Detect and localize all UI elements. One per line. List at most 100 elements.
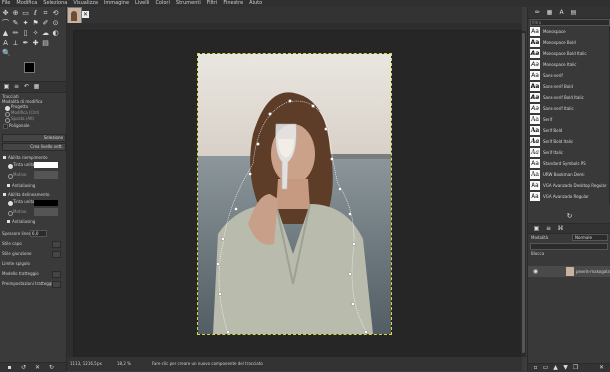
dash-pattern-button[interactable] xyxy=(52,271,61,278)
font-item[interactable]: Aa VGA Avanzado Desktop Regular xyxy=(528,180,608,191)
menu-item-file[interactable]: File xyxy=(2,0,10,7)
menu-item-strumenti[interactable]: Strumenti xyxy=(176,0,201,7)
channels-tab-icon[interactable]: ≡ xyxy=(545,225,552,232)
image-thumbnail-tab[interactable] xyxy=(67,7,82,24)
layer-mode-select[interactable]: Normale xyxy=(572,234,608,241)
font-item[interactable]: Aa Sans-serif Bold Italic xyxy=(528,92,608,103)
paintbrush-icon[interactable]: ✏ xyxy=(12,30,19,37)
new-layer-icon[interactable]: ▫ xyxy=(532,364,539,371)
dash-preset-button[interactable] xyxy=(52,281,61,288)
transform-icon[interactable]: ⟲ xyxy=(52,10,59,17)
align-tool-icon[interactable]: ⊕ xyxy=(12,10,19,17)
rect-select-icon[interactable]: ▭ xyxy=(22,10,29,17)
gradient-icon[interactable]: ▤ xyxy=(42,40,49,47)
reset-options-icon[interactable]: ↻ xyxy=(48,364,55,371)
lasso-icon[interactable]: ℓ xyxy=(32,10,39,17)
undo-history-tab-icon[interactable]: ↶ xyxy=(23,83,30,90)
opacity-slider[interactable] xyxy=(530,243,608,250)
brushes-tab-icon[interactable]: ✏ xyxy=(534,9,541,16)
move-tool-icon[interactable]: ✥ xyxy=(2,10,9,17)
zoom-icon[interactable]: ⊙ xyxy=(52,20,59,27)
refresh-fonts-icon[interactable]: ↻ xyxy=(566,213,573,220)
duplicate-layer-icon[interactable]: ❐ xyxy=(572,364,579,371)
eraser-icon[interactable]: ▯ xyxy=(22,30,29,37)
menu-item-colori[interactable]: Colori xyxy=(155,0,169,7)
font-item[interactable]: Aa Sans-serif Bold xyxy=(528,81,608,92)
font-item[interactable]: Aa Serif Italic xyxy=(528,147,608,158)
unit-select[interactable]: px xyxy=(97,357,102,371)
font-filter-input[interactable]: filtro xyxy=(530,19,610,26)
font-item[interactable]: Aa Monospace Bold Italic xyxy=(528,48,608,59)
fill-icon[interactable]: ▲ xyxy=(2,30,9,37)
dodge-icon[interactable]: ◐ xyxy=(52,30,59,37)
menu-item-aiuto[interactable]: Aiuto xyxy=(249,0,262,7)
create-vector-layer-button[interactable]: Crea livello vett. xyxy=(2,143,66,151)
tool-options-tab-icon[interactable]: ▣ xyxy=(3,83,10,90)
line-width-input[interactable]: 6,0 xyxy=(30,230,47,237)
polygonal-checkbox[interactable] xyxy=(3,124,8,129)
zoom-select[interactable]: 18,2 % xyxy=(117,357,131,371)
fill-pattern-swatch[interactable] xyxy=(34,171,58,179)
new-group-icon[interactable]: ▭ xyxy=(542,364,549,371)
image-canvas[interactable] xyxy=(197,53,392,335)
clone-icon[interactable]: ✧ xyxy=(32,30,39,37)
measure-icon[interactable]: ⟂ xyxy=(12,40,19,47)
raise-layer-icon[interactable]: ▲ xyxy=(552,364,559,371)
mode-edit-radio[interactable] xyxy=(5,112,10,117)
text-tool-icon[interactable]: A xyxy=(2,40,9,47)
close-tab-icon[interactable]: ✕ xyxy=(82,11,89,18)
smudge-icon[interactable]: ☁ xyxy=(42,30,49,37)
fill-antialias-checkbox[interactable] xyxy=(7,184,10,187)
menu-item-modifica[interactable]: Modifica xyxy=(16,0,37,7)
stroke-antialias-checkbox[interactable] xyxy=(7,220,10,223)
font-item[interactable]: Aa Sans-serif Italic xyxy=(528,103,608,114)
stroke-pattern-swatch[interactable] xyxy=(34,208,58,216)
fill-enable-checkbox[interactable] xyxy=(3,156,6,159)
fuzzy-select-icon[interactable]: ✦ xyxy=(22,20,29,27)
eye-icon[interactable]: ◉ xyxy=(532,268,539,275)
pen-icon[interactable]: ✒ xyxy=(22,40,29,47)
crop-icon[interactable]: ⌗ xyxy=(42,10,49,17)
menu-item-filtri[interactable]: Filtri xyxy=(207,0,218,7)
font-item[interactable]: Aa Serif xyxy=(528,114,608,125)
delete-layer-icon[interactable]: ✕ xyxy=(598,364,605,371)
images-tab-icon[interactable]: ▦ xyxy=(33,83,40,90)
font-item[interactable]: Aa Monospace Italic xyxy=(528,59,608,70)
selection-from-path-button[interactable]: Selezione xyxy=(2,134,66,142)
save-options-icon[interactable]: ▪ xyxy=(6,364,13,371)
vertical-scrollbar[interactable] xyxy=(521,31,526,357)
paths-icon[interactable]: ✎ xyxy=(12,20,19,27)
menu-item-finestre[interactable]: Finestre xyxy=(223,0,243,7)
eyedropper-icon[interactable]: ✐ xyxy=(42,20,49,27)
fill-color-swatch[interactable] xyxy=(34,162,58,168)
warp-icon[interactable]: ⌒ xyxy=(2,20,9,27)
font-item[interactable]: Aa Monospace xyxy=(528,26,608,37)
mode-design-radio[interactable] xyxy=(5,106,10,111)
stroke-color-swatch[interactable] xyxy=(34,200,58,206)
lower-layer-icon[interactable]: ▼ xyxy=(562,364,569,371)
layer-row[interactable]: ◉ pexels-makogolatie xyxy=(528,266,610,277)
font-item[interactable]: Aa Serif Bold Italic xyxy=(528,136,608,147)
font-item[interactable]: Aa Serif Bold xyxy=(528,125,608,136)
menu-item-immagine[interactable]: Immagine xyxy=(104,0,129,7)
fonts-tab-icon[interactable]: A xyxy=(558,9,565,16)
foreground-color-swatch[interactable] xyxy=(24,62,35,73)
magnify-icon[interactable]: 🔍 xyxy=(2,50,11,57)
restore-options-icon[interactable]: ↺ xyxy=(20,364,27,371)
layers-tab-icon[interactable]: ▣ xyxy=(533,225,540,232)
gradients-tab-icon[interactable]: ▤ xyxy=(570,9,577,16)
font-item[interactable]: Aa Sans-serif xyxy=(528,70,608,81)
font-item[interactable]: Aa URW Bookman Demi xyxy=(528,169,608,180)
delete-options-icon[interactable]: ✕ xyxy=(34,364,41,371)
font-item[interactable]: Aa Monospace Bold xyxy=(528,37,608,48)
menu-item-seleziona[interactable]: Seleziona xyxy=(43,0,67,7)
menu-item-livelli[interactable]: Livelli xyxy=(135,0,149,7)
heal-icon[interactable]: ✚ xyxy=(32,40,39,47)
paths-tab-icon[interactable]: ⌘ xyxy=(557,225,564,232)
menu-item-visualizza[interactable]: Visualizza xyxy=(73,0,98,7)
patterns-tab-icon[interactable]: ▦ xyxy=(546,9,553,16)
device-status-tab-icon[interactable]: ≡ xyxy=(13,83,20,90)
join-style-button[interactable] xyxy=(52,251,61,258)
cap-style-button[interactable] xyxy=(52,241,61,248)
font-item[interactable]: Aa VGA Avanzado Regular xyxy=(528,191,608,202)
